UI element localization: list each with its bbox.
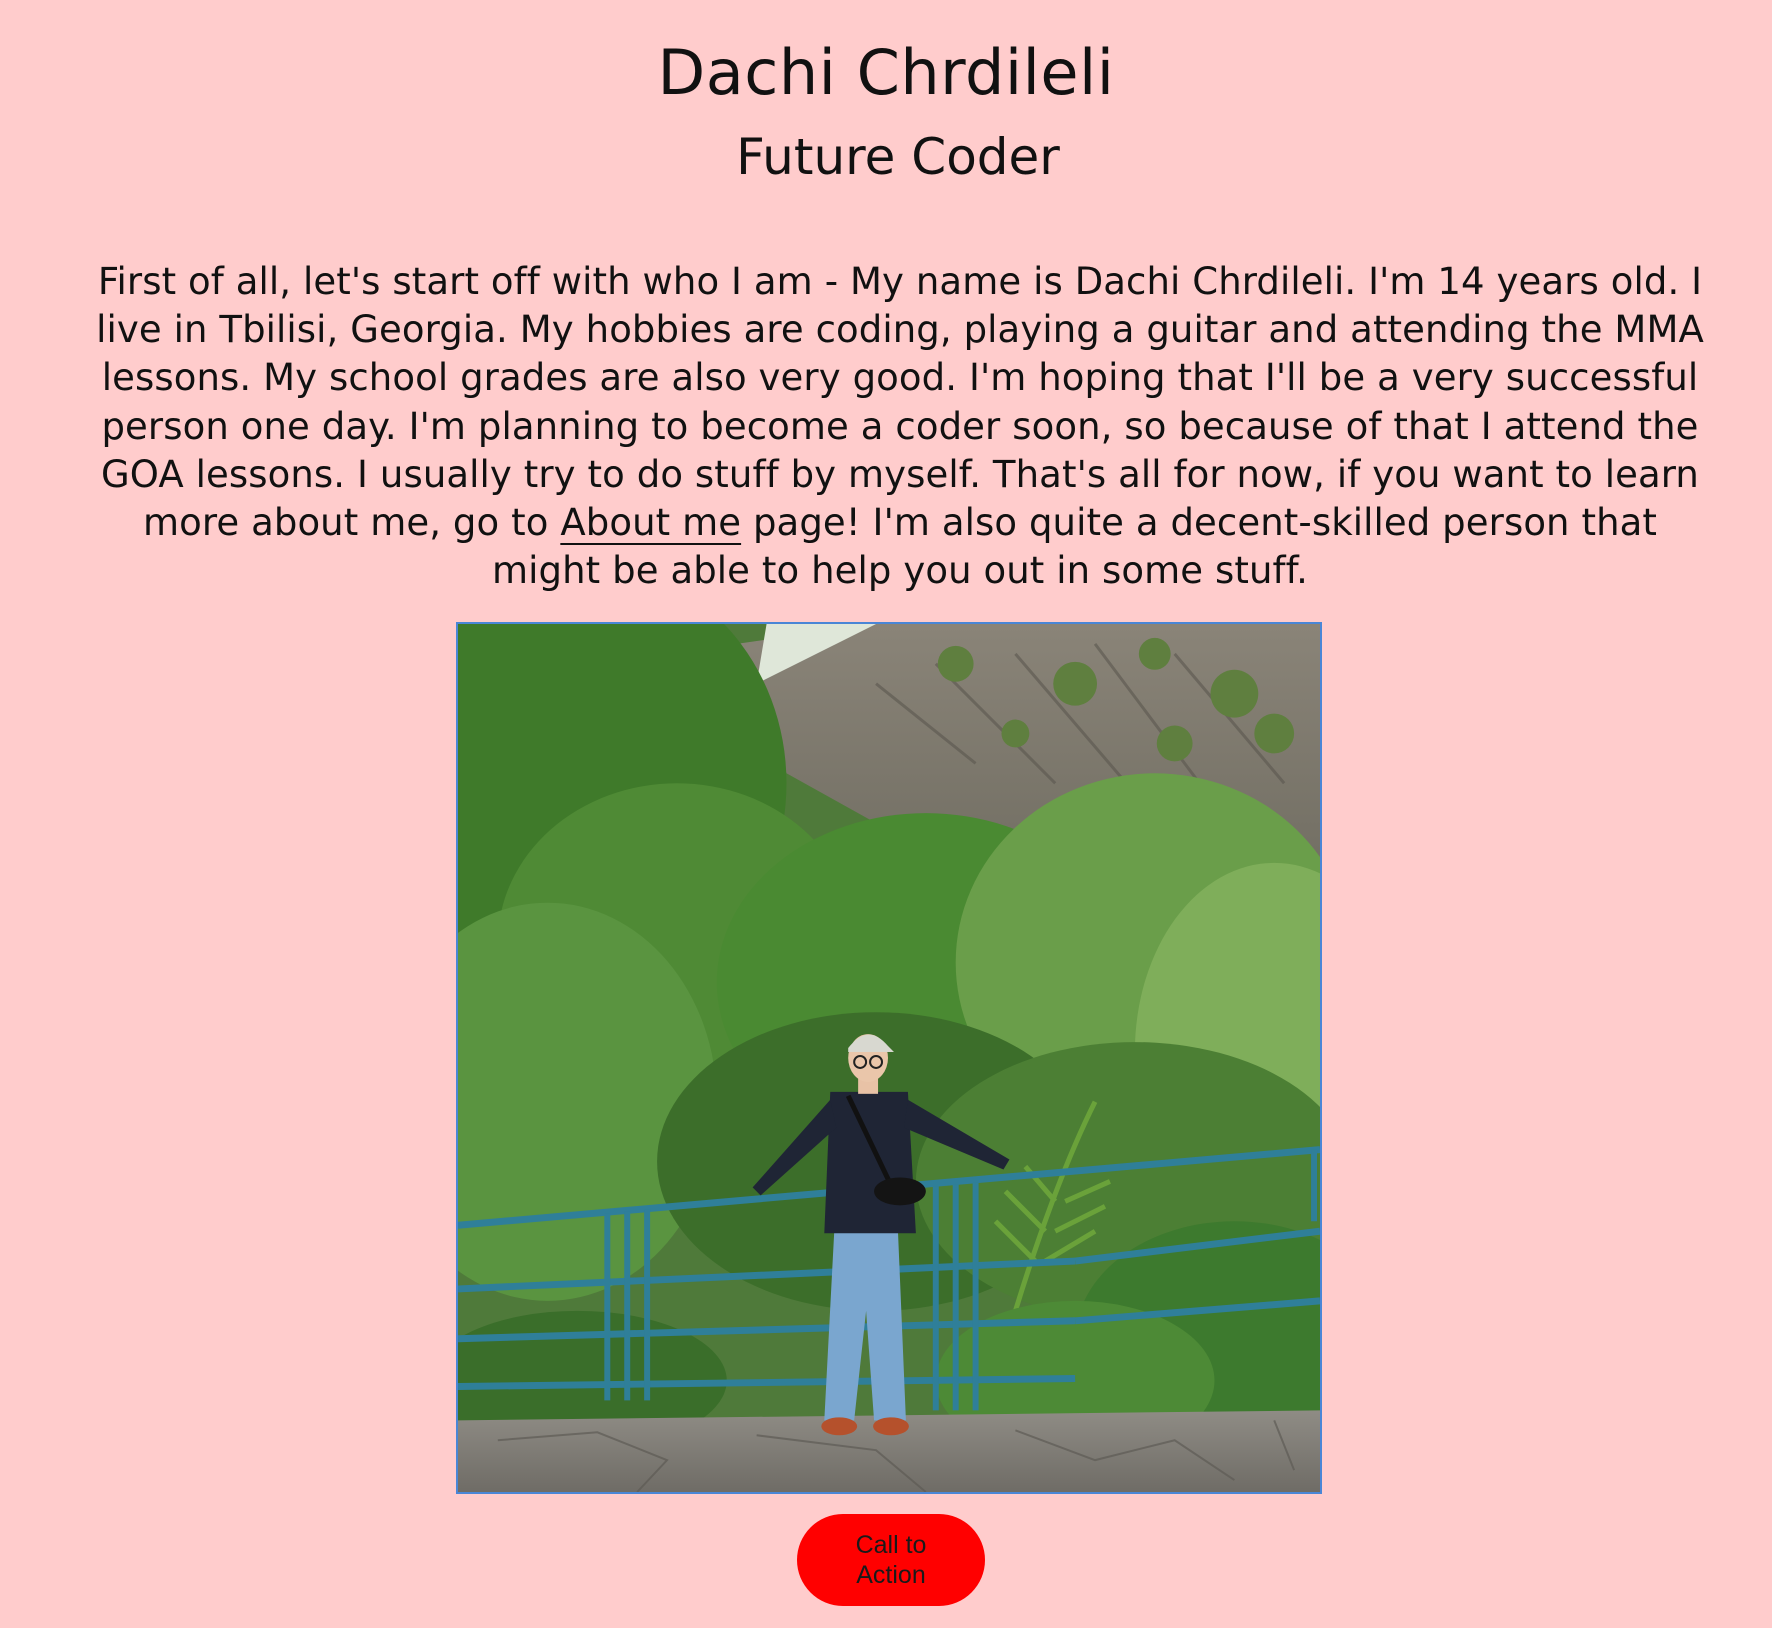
- profile-photo-illustration: [458, 624, 1320, 1492]
- profile-photo: [456, 622, 1322, 1494]
- page-title: Dachi Chrdileli: [657, 36, 1115, 109]
- call-to-action-button[interactable]: Call to Action: [797, 1514, 985, 1606]
- about-me-link[interactable]: About me: [560, 501, 741, 544]
- page: Dachi Chrdileli Future Coder First of al…: [0, 0, 1772, 1628]
- intro-paragraph: First of all, let's start off with who I…: [96, 258, 1704, 595]
- page-subtitle: Future Coder: [736, 128, 1060, 186]
